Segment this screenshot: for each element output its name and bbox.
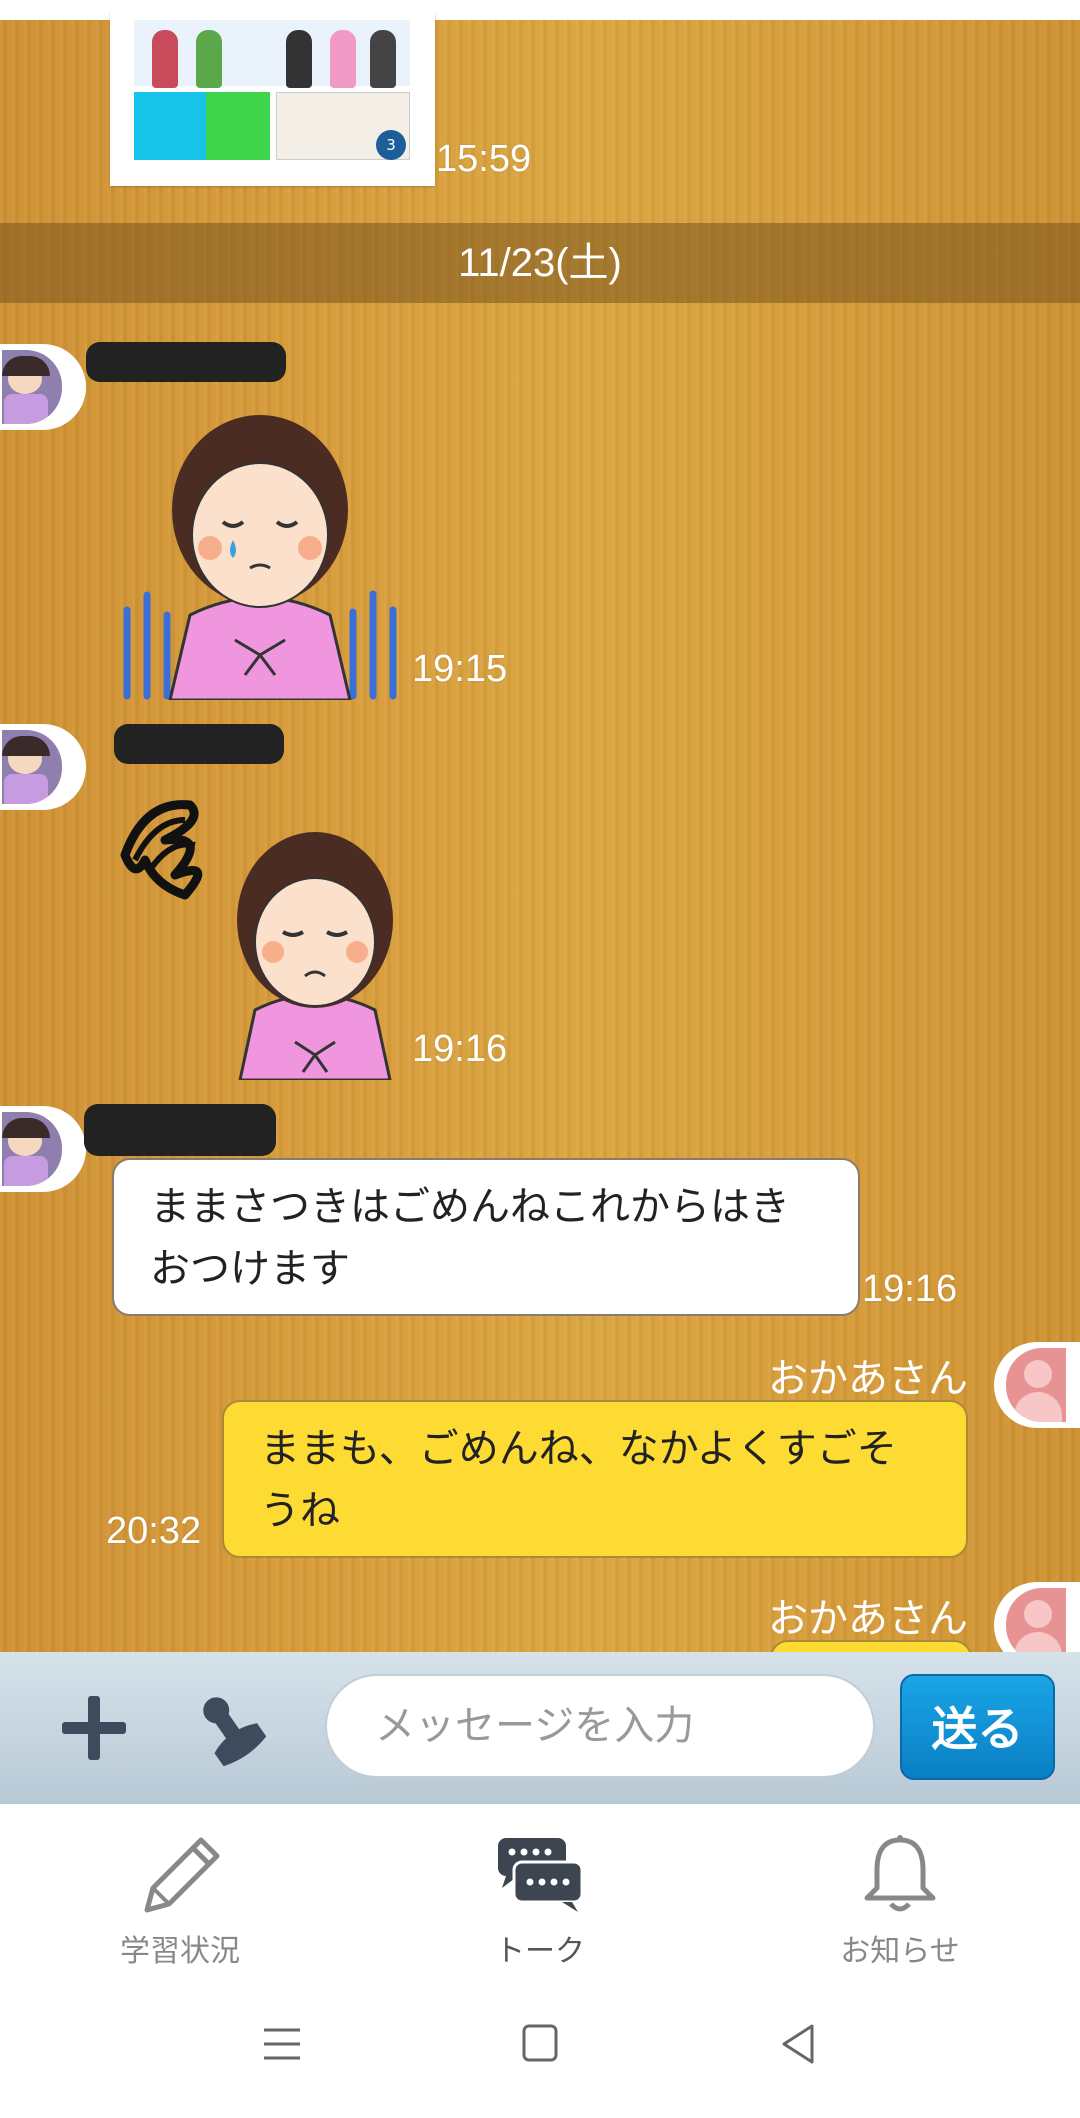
message-time: 15:59 — [436, 138, 532, 180]
date-separator: 11/23(土) — [0, 223, 1080, 303]
message-input[interactable]: メッセージを入力 — [325, 1674, 875, 1778]
message-time: 19:16 — [862, 1268, 958, 1310]
thumbnail-figure — [370, 30, 396, 88]
gloomy-girl-sticker[interactable] — [115, 780, 415, 1080]
shared-image-thumbnail[interactable]: 3 — [110, 12, 435, 186]
message-time: 19:15 — [412, 648, 508, 690]
stamp-icon[interactable] — [190, 1690, 270, 1770]
sender-avatar[interactable] — [0, 344, 86, 430]
my-avatar[interactable] — [994, 1342, 1080, 1428]
thumbnail-figure — [330, 30, 356, 88]
chat-area[interactable]: 3 15:59 11/23(土) 19:15 19:16 ままさつきはごめんねこ… — [0, 0, 1080, 1652]
menu-icon[interactable] — [262, 2022, 302, 2066]
page-count-badge: 3 — [376, 130, 406, 160]
sender-avatar[interactable] — [0, 1106, 86, 1192]
redacted-sender-name — [86, 342, 286, 382]
outgoing-message-bubble-partial[interactable] — [770, 1640, 972, 1652]
nav-label: 学習状況 — [120, 1934, 240, 1969]
redacted-sender-name — [114, 724, 284, 764]
nav-item-talk[interactable]: トーク — [430, 1832, 650, 1970]
chat-bubbles-icon — [498, 1838, 584, 1912]
my-avatar[interactable] — [994, 1582, 1080, 1652]
incoming-message-bubble[interactable]: ままさつきはごめんねこれからはきおつけます — [112, 1158, 860, 1316]
home-icon[interactable] — [520, 2022, 560, 2066]
message-time: 19:16 — [412, 1028, 508, 1070]
bottom-navigation: 学習状況 トーク お知らせ — [0, 1804, 1080, 1974]
message-time: 20:32 — [106, 1510, 202, 1552]
thumbnail-panel — [134, 20, 410, 88]
sender-name: おかあさん — [768, 1596, 968, 1642]
nav-label: トーク — [495, 1934, 585, 1969]
send-button[interactable]: 送る — [900, 1674, 1055, 1780]
thumbnail-figure — [152, 30, 178, 88]
back-icon[interactable] — [778, 2022, 818, 2066]
thumbnail-figure — [196, 30, 222, 88]
thumbnail-panel — [206, 92, 270, 160]
plus-icon[interactable] — [58, 1692, 130, 1764]
sender-avatar[interactable] — [0, 724, 86, 810]
message-input-bar: メッセージを入力 送る — [0, 1652, 1080, 1804]
thumbnail-figure — [286, 30, 312, 88]
outgoing-message-bubble[interactable]: ままも、ごめんね、なかよくすごそうね — [222, 1400, 968, 1558]
redacted-sender-name — [84, 1104, 276, 1156]
nav-label: お知らせ — [840, 1934, 960, 1969]
sad-girl-sticker[interactable] — [115, 400, 415, 700]
nav-item-study-status[interactable]: 学習状況 — [70, 1832, 290, 1970]
system-navigation-bar — [0, 1974, 1080, 2118]
sender-name: おかあさん — [768, 1356, 968, 1402]
bell-icon — [864, 1835, 936, 1912]
pencil-icon — [144, 1837, 220, 1913]
nav-item-notifications[interactable]: お知らせ — [790, 1832, 1010, 1970]
